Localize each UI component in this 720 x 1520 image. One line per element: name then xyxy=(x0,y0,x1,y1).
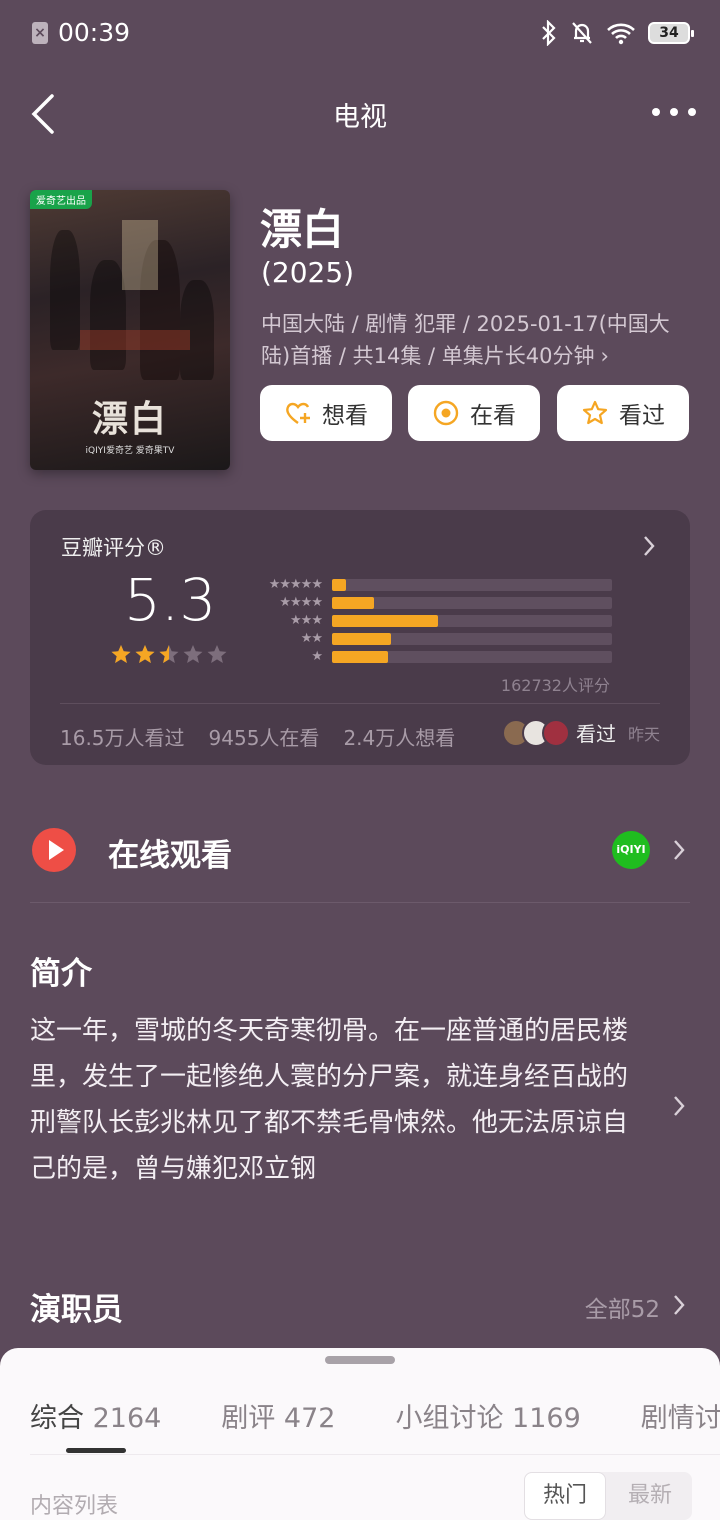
rating-star-icon xyxy=(207,645,227,663)
bar-track xyxy=(332,633,612,645)
status-time: 00:39 xyxy=(58,18,131,47)
want-count: 2.4万人想看 xyxy=(343,726,456,750)
status-icons: 34 xyxy=(540,18,694,48)
friend-status: 看过 xyxy=(575,722,616,746)
sort-new-button[interactable]: 最新 xyxy=(610,1472,690,1520)
friend-avatars xyxy=(501,718,570,747)
rating-card[interactable]: 豆瓣评分® 5.3 ★★★★★ ★★★★ ★★★ ★★ ★ 162732人评分 16.5… xyxy=(30,510,690,765)
bluetooth-icon xyxy=(542,20,556,46)
watching-label: 在看 xyxy=(470,403,516,429)
tab-plot-discussion[interactable]: 剧情讨 xyxy=(641,1396,720,1435)
movie-meta[interactable]: 中国大陆 / 剧情 犯罪 / 2025-01-17(中国大陆)首播 / 共14集… xyxy=(261,308,691,372)
rating-star-icon xyxy=(111,645,131,663)
bar-stars-label: ★★★★ xyxy=(279,595,323,610)
movie-title: 漂白 xyxy=(260,205,345,254)
chevron-right-icon xyxy=(644,536,655,556)
chevron-right-icon[interactable] xyxy=(672,1094,686,1118)
bar-stars-label: ★★★ xyxy=(290,613,323,628)
bar-fill xyxy=(332,597,374,609)
bar-track xyxy=(332,651,612,663)
more-menu-icon[interactable] xyxy=(652,98,696,126)
cast-heading: 演职员 xyxy=(30,1292,123,1328)
heart-plus-icon xyxy=(286,402,310,424)
bottom-sheet[interactable]: 综合 2164 剧评 472 小组讨论 1169 剧情讨 内容列表 热门 最新 xyxy=(0,1348,720,1520)
bell-mute-icon xyxy=(572,22,592,44)
poster-image[interactable]: 爱奇艺出品 漂白 iQIYI爱奇艺 爱奇果TV xyxy=(30,190,230,470)
movie-year: (2025) xyxy=(261,256,355,289)
poster-badge: 爱奇艺出品 xyxy=(30,190,92,209)
friend-time: 昨天 xyxy=(627,724,660,744)
divider xyxy=(60,703,660,704)
play-icon[interactable] xyxy=(32,828,76,872)
rating-star-icon xyxy=(159,645,179,663)
bar-track xyxy=(332,615,612,627)
want-label: 想看 xyxy=(322,403,368,429)
divider xyxy=(30,1454,720,1455)
poster-title: 漂白 xyxy=(91,399,168,440)
tab-overview[interactable]: 综合 2164 xyxy=(30,1396,161,1435)
rating-star-icon xyxy=(135,645,155,663)
status-bar: × 00:39 34 xyxy=(0,0,720,66)
rating-count: 162732人评分 xyxy=(500,676,610,695)
bar-fill xyxy=(332,615,439,627)
bar-track xyxy=(332,597,612,609)
bar-stars-label: ★ xyxy=(311,649,323,664)
bar-fill xyxy=(332,651,388,663)
intro-text[interactable]: 这一年，雪城的冬天奇寒彻骨。在一座普通的居民楼里，发生了一起惨绝人寰的分尸案，就… xyxy=(30,1008,630,1192)
rating-label: 豆瓣评分® xyxy=(61,536,166,560)
want-button[interactable]: 想看 xyxy=(260,385,392,441)
online-watch-label[interactable]: 在线观看 xyxy=(108,830,232,875)
rating-stats: 16.5万人看过 9455人在看 2.4万人想看 xyxy=(60,722,455,751)
intro-heading: 简介 xyxy=(30,956,92,992)
iqiyi-logo-icon[interactable]: iQIYI xyxy=(612,831,650,869)
watching-count: 9455人在看 xyxy=(208,726,320,750)
content-list-label: 内容列表 xyxy=(30,1494,119,1519)
rating-score: 5.3 xyxy=(124,566,217,634)
wifi-icon xyxy=(607,23,635,45)
rating-stars xyxy=(110,644,228,666)
watched-button[interactable]: 看过 xyxy=(557,385,689,441)
battery-icon: 34 xyxy=(648,22,694,44)
rating-bar-row: ★★★★ xyxy=(252,594,612,612)
chevron-right-icon[interactable] xyxy=(672,838,686,862)
star-icon xyxy=(582,400,608,425)
avatar xyxy=(541,718,570,747)
active-tab-indicator xyxy=(66,1448,126,1453)
watching-button[interactable]: 在看 xyxy=(408,385,540,441)
bar-fill xyxy=(332,579,346,591)
tab-group-discussion[interactable]: 小组讨论 1169 xyxy=(395,1396,580,1435)
rating-distribution: ★★★★★ ★★★★ ★★★ ★★ ★ xyxy=(252,576,612,666)
drag-handle[interactable] xyxy=(325,1356,395,1364)
poster-footer: iQIYI爱奇艺 爱奇果TV xyxy=(85,446,175,456)
rating-bar-row: ★★ xyxy=(252,630,612,648)
bar-track xyxy=(332,579,612,591)
target-icon xyxy=(433,400,459,426)
bar-stars-label: ★★★★★ xyxy=(268,577,323,592)
sort-hot-button[interactable]: 热门 xyxy=(524,1472,606,1520)
sheet-tabs: 综合 2164 剧评 472 小组讨论 1169 剧情讨 xyxy=(30,1396,720,1435)
rating-bar-row: ★★★ xyxy=(252,612,612,630)
sim-icon: × xyxy=(32,22,48,44)
tab-reviews[interactable]: 剧评 472 xyxy=(221,1396,335,1435)
rating-bar-row: ★★★★★ xyxy=(252,576,612,594)
rating-star-icon xyxy=(183,645,203,663)
sort-toggle[interactable]: 热门 最新 xyxy=(524,1472,692,1520)
cast-all-link[interactable]: 全部52 xyxy=(585,1290,660,1324)
page-title: 电视 xyxy=(333,102,387,133)
seen-count: 16.5万人看过 xyxy=(60,726,185,750)
rating-bar-row: ★ xyxy=(252,648,612,666)
chevron-right-icon[interactable] xyxy=(672,1293,686,1317)
bar-stars-label: ★★ xyxy=(300,631,323,646)
friend-activity[interactable]: 看过 昨天 xyxy=(501,718,660,747)
chevron-right-icon: › xyxy=(600,344,609,368)
watched-label: 看过 xyxy=(619,403,665,429)
bar-fill xyxy=(332,633,391,645)
divider xyxy=(30,902,690,903)
